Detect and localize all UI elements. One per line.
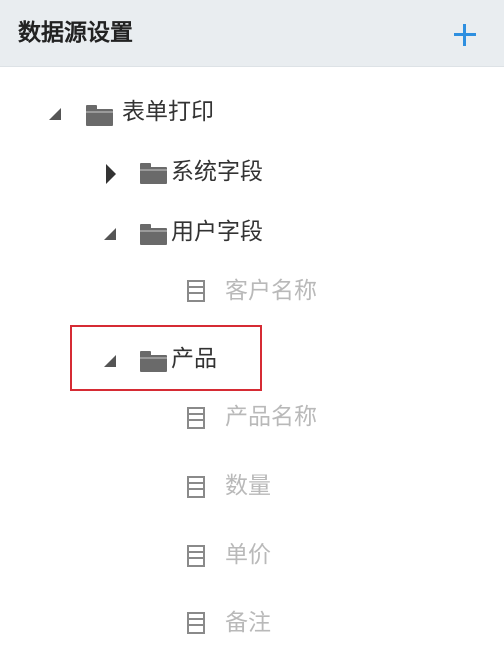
add-button[interactable] <box>452 22 478 48</box>
tree-node-label: 表单打印 <box>122 99 214 125</box>
field-label: 产品名称 <box>225 404 317 430</box>
panel-header: 数据源设置 <box>0 0 504 67</box>
folder-icon <box>86 105 113 126</box>
tree-node-label: 系统字段 <box>171 159 263 185</box>
folder-icon <box>140 351 167 372</box>
folder-icon <box>140 224 167 245</box>
field-label: 数量 <box>225 473 271 499</box>
field-list-icon <box>187 407 205 429</box>
field-list-icon <box>187 280 205 302</box>
field-list-icon <box>187 612 205 634</box>
field-label: 客户名称 <box>225 278 317 304</box>
tree-node-label: 产品 <box>171 346 217 372</box>
field-label: 单价 <box>225 542 271 568</box>
panel-title: 数据源设置 <box>18 20 133 46</box>
caret-down-icon[interactable] <box>104 228 116 240</box>
caret-right-icon[interactable] <box>106 164 116 184</box>
caret-down-icon[interactable] <box>104 355 116 367</box>
tree-node-label: 用户字段 <box>171 219 263 245</box>
field-label: 备注 <box>225 610 271 636</box>
folder-icon <box>140 163 167 184</box>
field-list-icon <box>187 545 205 567</box>
caret-down-icon[interactable] <box>49 108 61 120</box>
field-list-icon <box>187 476 205 498</box>
